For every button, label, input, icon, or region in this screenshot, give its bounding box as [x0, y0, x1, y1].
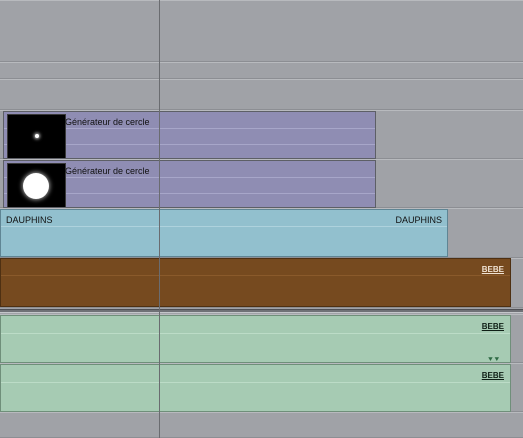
bebe-audio-clip-2[interactable]: BEBE [0, 364, 511, 412]
video-audio-separator[interactable] [0, 309, 523, 313]
clip-label: Générateur de cercle [65, 117, 150, 127]
clip-thumbnail [7, 163, 66, 207]
track-lane [0, 62, 523, 79]
clip-marker-label: BEBE [481, 265, 504, 274]
circle-generator-clip-1[interactable]: Générateur de cercle [3, 111, 376, 159]
clip-label: Générateur de cercle [65, 166, 150, 176]
track-lane [0, 412, 523, 438]
playhead-line[interactable] [159, 0, 160, 438]
keyframe-icon[interactable]: ⯆⯆ [487, 356, 500, 363]
bebe-audio-clip-1[interactable]: BEBE ⯆⯆ [0, 315, 511, 363]
circle-generator-clip-2[interactable]: Générateur de cercle [3, 160, 376, 208]
track-lane [0, 0, 523, 62]
clip-marker-label: BEBE [481, 371, 504, 380]
circle-preview-icon [23, 173, 49, 199]
dauphins-clip[interactable]: DAUPHINS DAUPHINS [0, 209, 448, 257]
clip-thumbnail [7, 114, 66, 158]
clip-label-right: DAUPHINS [395, 215, 442, 225]
clip-label-left: DAUPHINS [6, 215, 53, 225]
bebe-video-clip[interactable]: BEBE [0, 258, 511, 307]
circle-preview-icon [35, 134, 39, 138]
track-lane [0, 79, 523, 110]
clip-marker-label: BEBE [481, 322, 504, 331]
